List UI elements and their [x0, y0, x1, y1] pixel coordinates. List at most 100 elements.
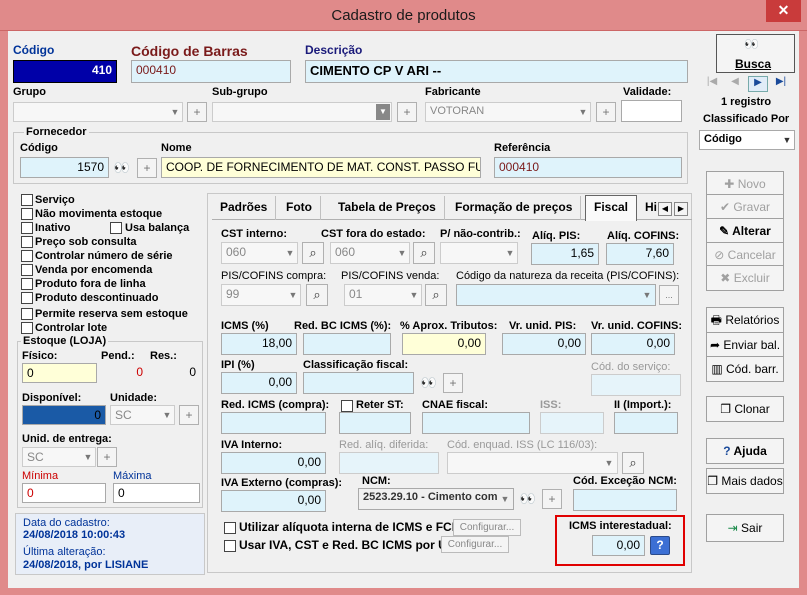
cst-fora-search-icon[interactable]: ⌕ — [413, 242, 435, 264]
cod-barr-button[interactable]: ▥ Cód. barr. — [706, 356, 784, 382]
vr-cofins-input[interactable]: 0,00 — [591, 333, 675, 355]
checkbox-inativo[interactable] — [21, 222, 33, 234]
ii-input[interactable] — [614, 412, 678, 434]
ncm-select[interactable]: 2523.29.10 - Cimento com — [358, 488, 514, 510]
unidade-add-button[interactable]: + — [179, 405, 199, 425]
subgrupo-add-button[interactable]: + — [397, 102, 417, 122]
fornecedor-add-button[interactable]: + — [137, 158, 157, 178]
classif-add-button[interactable]: + — [443, 373, 463, 393]
checkbox-lote[interactable] — [21, 322, 33, 334]
checkbox-numero-serie[interactable] — [21, 250, 33, 262]
mais-dados-button[interactable]: ❐ Mais dados — [706, 468, 784, 494]
tab-scroll-right-icon[interactable]: ▶ — [674, 202, 688, 216]
configurar-iva-button[interactable]: Configurar... — [441, 536, 509, 553]
sair-button[interactable]: ⇥ Sair — [706, 514, 784, 542]
ncm-add-button[interactable]: + — [542, 489, 562, 509]
cod-excecao-input[interactable] — [573, 489, 677, 511]
ipi-input[interactable]: 0,00 — [221, 372, 297, 394]
red-icms-compra-input[interactable] — [221, 412, 326, 434]
icms-interestadual-input[interactable]: 0,00 — [592, 535, 645, 556]
red-bc-input[interactable] — [303, 333, 391, 355]
checkbox-fora-linha[interactable] — [21, 278, 33, 290]
ncm-binoculars-icon[interactable]: 👀 — [518, 489, 538, 509]
cnae-input[interactable] — [422, 412, 530, 434]
cst-interno-search-icon[interactable]: ⌕ — [302, 242, 324, 264]
relatorios-button[interactable]: 🖶 Relatórios — [706, 307, 784, 333]
tab-foto[interactable]: Foto — [278, 196, 321, 220]
classif-fiscal-input[interactable] — [303, 372, 414, 394]
excluir-label: Excluir — [733, 271, 770, 285]
binoculars-icon[interactable]: 👀 — [112, 158, 132, 178]
natureza-select[interactable] — [456, 284, 656, 306]
clonar-button[interactable]: ❐ Clonar — [706, 396, 784, 422]
fornecedor-codigo-input[interactable]: 1570 — [20, 157, 109, 178]
preco-consulta-label: Preço sob consulta — [35, 236, 137, 248]
validade-input[interactable] — [621, 100, 682, 122]
pis-compra-search-icon[interactable]: ⌕ — [306, 284, 328, 306]
tab-formacao-precos[interactable]: Formação de preços — [447, 196, 582, 220]
icms-input[interactable]: 18,00 — [221, 333, 297, 355]
pis-venda-search-icon[interactable]: ⌕ — [425, 284, 447, 306]
referencia-input[interactable]: 000410 — [494, 157, 682, 178]
iva-interno-input[interactable]: 0,00 — [221, 452, 326, 474]
fabricante-select[interactable]: VOTORAN — [425, 102, 591, 122]
gravar-button[interactable]: ✔ Gravar — [706, 194, 784, 220]
descricao-input[interactable]: CIMENTO CP V ARI -- — [305, 60, 688, 83]
configurar-aliquota-button[interactable]: Configurar... — [453, 519, 521, 536]
checkbox-usa-balanca[interactable] — [110, 222, 122, 234]
fabricante-add-button[interactable]: + — [596, 102, 616, 122]
cnae-label: CNAE fiscal: — [422, 399, 489, 411]
subgrupo-select[interactable] — [212, 102, 392, 122]
tab-padroes[interactable]: Padrões — [212, 196, 277, 220]
ajuda-button[interactable]: ? Ajuda — [706, 438, 784, 464]
checkbox-preco-consulta[interactable] — [21, 236, 33, 248]
cod-servico-input[interactable] — [591, 374, 681, 396]
res-label: Res.: — [150, 350, 177, 362]
fornecedor-nome-input[interactable]: COOP. DE FORNECIMENTO DE MAT. CONST. PAS… — [161, 157, 481, 178]
next-record-icon[interactable]: ▶ — [748, 76, 768, 92]
alterar-button[interactable]: ✎ Alterar — [706, 218, 784, 244]
fisico-input[interactable]: 0 — [22, 363, 97, 383]
tab-fiscal[interactable]: Fiscal — [585, 195, 638, 221]
first-record-icon[interactable]: |◀ — [702, 76, 722, 92]
referencia-label: Referência — [494, 142, 551, 154]
enviar-bal-button[interactable]: ➦ Enviar bal. — [706, 332, 784, 358]
iss-input[interactable] — [540, 412, 604, 434]
tab-scroll-left-icon[interactable]: ◀ — [658, 202, 672, 216]
checkbox-reter-st[interactable] — [341, 400, 353, 412]
codigo-input[interactable]: 410 — [13, 60, 117, 83]
grupo-select[interactable] — [13, 102, 183, 122]
classif-binoculars-icon[interactable]: 👀 — [419, 373, 439, 393]
natureza-more-button[interactable]: ... — [659, 285, 679, 305]
disponivel-input[interactable]: 0 — [22, 405, 106, 425]
cod-enquad-search-icon[interactable]: ⌕ — [622, 452, 644, 474]
minima-input[interactable]: 0 — [22, 483, 106, 503]
checkbox-descontinuado[interactable] — [21, 292, 33, 304]
help-icon[interactable]: ? — [650, 536, 670, 555]
checkbox-nao-movimenta[interactable] — [21, 208, 33, 220]
barcode-icon: ▥ — [711, 362, 726, 376]
reter-st-input[interactable] — [339, 412, 411, 434]
prev-record-icon[interactable]: ◀ — [725, 76, 745, 92]
tab-tabela-precos[interactable]: Tabela de Preços — [330, 196, 445, 220]
excluir-button[interactable]: ✖ Excluir — [706, 265, 784, 291]
checkbox-servico[interactable] — [21, 194, 33, 206]
cod-enquad-select[interactable] — [447, 452, 618, 474]
checkbox-utilizar-aliquota[interactable] — [224, 522, 236, 534]
close-button[interactable]: ✕ — [766, 0, 801, 22]
vr-pis-input[interactable]: 0,00 — [502, 333, 586, 355]
codigo-barras-input[interactable]: 000410 — [131, 60, 291, 83]
checkbox-usar-iva[interactable] — [224, 540, 236, 552]
aliq-pis-input[interactable]: 1,65 — [531, 243, 599, 265]
grupo-add-button[interactable]: + — [187, 102, 207, 122]
pis-compra-chevron-down-icon: ▼ — [288, 290, 298, 300]
checkbox-reserva[interactable] — [21, 308, 33, 320]
maxima-input[interactable]: 0 — [113, 483, 200, 503]
red-aliq-input[interactable] — [339, 452, 439, 474]
last-record-icon[interactable]: ▶| — [771, 76, 791, 92]
aprox-tributos-input[interactable]: 0,00 — [402, 333, 486, 355]
aliq-cofins-input[interactable]: 7,60 — [606, 243, 674, 265]
checkbox-encomenda[interactable] — [21, 264, 33, 276]
unid-entrega-add-button[interactable]: + — [97, 447, 117, 467]
iva-externo-input[interactable]: 0,00 — [221, 490, 326, 512]
